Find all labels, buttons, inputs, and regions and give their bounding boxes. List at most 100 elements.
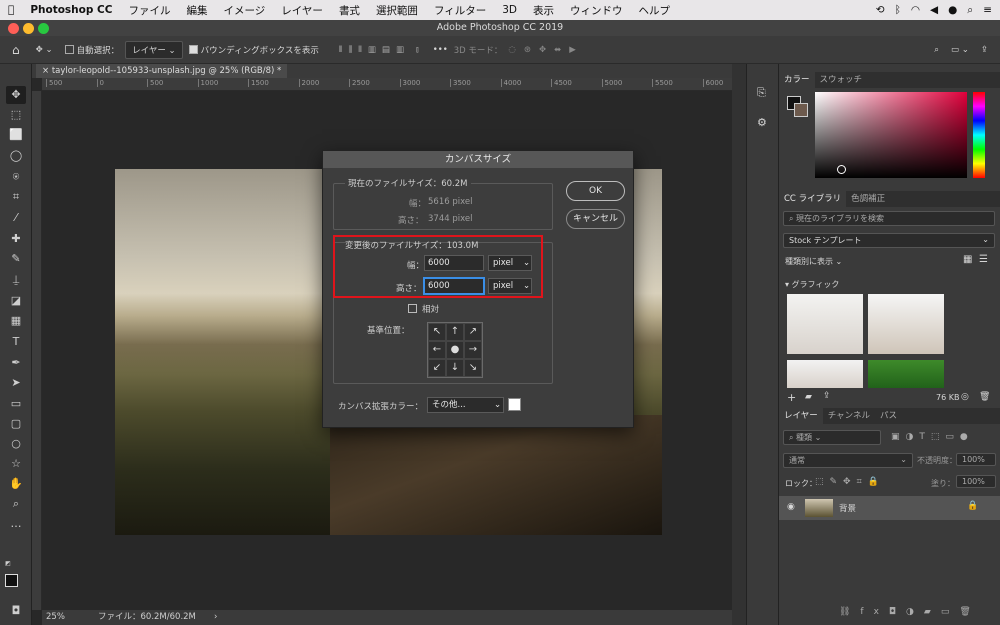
- close-window-button[interactable]: [8, 23, 19, 34]
- library-thumb-2[interactable]: [868, 294, 944, 354]
- hand-tool-icon[interactable]: ✋: [6, 475, 26, 493]
- add-asset-icon[interactable]: +: [787, 391, 796, 404]
- color-picker-handle[interactable]: [837, 165, 846, 174]
- opacity-input[interactable]: 100%: [956, 453, 996, 466]
- distribute-icon[interactable]: ⫾: [416, 45, 419, 55]
- view-by-type[interactable]: 種類別に表示 ⌄: [785, 256, 842, 267]
- properties-panel-icon[interactable]: ⚙: [757, 116, 767, 129]
- grid-view-icon[interactable]: ▦: [963, 254, 972, 265]
- tab-channels[interactable]: チャンネル: [823, 408, 875, 424]
- visibility-eye-icon[interactable]: ◉: [787, 502, 795, 512]
- horizontal-ruler[interactable]: 500 0 500 1000 1500 2000 2500 3000 3500 4000 4500 5…: [42, 78, 732, 91]
- library-thumb-3[interactable]: [787, 360, 863, 390]
- menu-select[interactable]: 選択範囲: [368, 3, 426, 18]
- share-icon[interactable]: ⇪: [981, 45, 988, 55]
- auto-select-dropdown[interactable]: レイヤー ⌄: [125, 40, 183, 59]
- menu-help[interactable]: ヘルプ: [631, 3, 679, 18]
- cloud-sync-icon[interactable]: ◎: [961, 392, 969, 402]
- menu-type[interactable]: 書式: [331, 3, 368, 18]
- bluetooth-icon[interactable]: ᛒ: [895, 4, 901, 16]
- clone-stamp-tool-icon[interactable]: ⍊: [6, 271, 26, 289]
- fill-input[interactable]: 100%: [956, 475, 996, 488]
- menu-view[interactable]: 表示: [525, 3, 562, 18]
- anchor-left-icon[interactable]: ←: [428, 341, 446, 359]
- list-view-icon[interactable]: ☰: [979, 254, 988, 265]
- eraser-tool-icon[interactable]: ◪: [6, 292, 26, 310]
- minimize-window-button[interactable]: [23, 23, 34, 34]
- blend-mode-select[interactable]: 通常 ⌄: [783, 453, 913, 468]
- apple-icon[interactable]: : [0, 4, 22, 16]
- anchor-grid[interactable]: ↖ ↑ ↗ ← ● → ↙ ↓ ↘: [427, 322, 483, 378]
- library-trash-icon[interactable]: 🗑: [979, 392, 990, 402]
- layer-kind-filter[interactable]: ⌕ 種類 ⌄: [783, 430, 881, 445]
- layer-filter-icons[interactable]: ▣◑T⬚▭●: [891, 432, 974, 442]
- graphics-section[interactable]: ▾ グラフィック: [785, 279, 839, 290]
- transform-controls-checkbox[interactable]: バウンディングボックスを表示: [188, 44, 319, 56]
- menu-image[interactable]: イメージ: [215, 3, 273, 18]
- cancel-button[interactable]: キャンセル: [566, 209, 625, 229]
- lasso-tool-icon[interactable]: ◯: [6, 147, 26, 165]
- tab-adjustments[interactable]: 色調補正: [846, 191, 890, 207]
- menu-window[interactable]: ウィンドウ: [562, 3, 631, 18]
- zoom-level[interactable]: 25%: [46, 610, 65, 625]
- rounded-rect-tool-icon[interactable]: ▢: [6, 415, 26, 433]
- hue-slider[interactable]: [973, 92, 985, 178]
- menu-app-name[interactable]: Photoshop CC: [22, 4, 120, 16]
- vertical-scrollbar[interactable]: [732, 64, 746, 625]
- align-icons[interactable]: ⫴⫼⫴▥▤▥: [339, 45, 410, 55]
- tab-layers[interactable]: レイヤー: [779, 408, 823, 424]
- pen-tool-icon[interactable]: ✒: [6, 354, 26, 372]
- gradient-tool-icon[interactable]: ▦: [6, 312, 26, 330]
- ok-button[interactable]: OK: [566, 181, 625, 201]
- anchor-top-right-icon[interactable]: ↗: [464, 323, 482, 341]
- quick-mask-icon[interactable]: ◘: [6, 602, 26, 620]
- spotlight-icon[interactable]: ⌕: [967, 4, 973, 17]
- library-thumb-1[interactable]: [787, 294, 863, 354]
- marquee-tool-icon[interactable]: ⬜: [6, 126, 26, 144]
- zoom-tool-icon[interactable]: ⌕: [6, 495, 26, 513]
- custom-shape-tool-icon[interactable]: ☆: [6, 455, 26, 473]
- tab-color[interactable]: カラー: [779, 72, 815, 88]
- menu-3d[interactable]: 3D: [494, 4, 525, 16]
- history-panel-icon[interactable]: ⎘: [757, 86, 766, 100]
- layer-footer-icons[interactable]: ⛓fx◘◑▰▭🗑: [839, 607, 981, 617]
- rectangle-tool-icon[interactable]: ▭: [6, 395, 26, 413]
- menu-edit[interactable]: 編集: [178, 3, 215, 18]
- ellipse-tool-icon[interactable]: ○: [6, 435, 26, 453]
- folder-icon[interactable]: ▰: [805, 392, 812, 402]
- auto-select-checkbox[interactable]: 自動選択：: [64, 44, 119, 56]
- document-tab[interactable]: × taylor-leopold--105933-unsplash.jpg @ …: [36, 64, 288, 78]
- menu-file[interactable]: ファイル: [120, 3, 178, 18]
- anchor-right-icon[interactable]: →: [464, 341, 482, 359]
- quick-select-tool-icon[interactable]: ⍟: [6, 168, 26, 186]
- crop-tool-icon[interactable]: ⌗: [6, 188, 26, 206]
- lock-icons[interactable]: ⬚✎✥⌗🔒: [815, 477, 885, 487]
- path-select-tool-icon[interactable]: ➤: [6, 374, 26, 392]
- artboard-tool-icon[interactable]: ⬚: [6, 106, 26, 124]
- anchor-bottom-icon[interactable]: ↓: [446, 359, 464, 377]
- extension-color-swatch[interactable]: [508, 398, 521, 411]
- search-icon[interactable]: ⌕: [934, 45, 939, 55]
- user-icon[interactable]: ●: [948, 4, 957, 16]
- foreground-color-swatch[interactable]: [5, 574, 18, 587]
- color-bg-swatch[interactable]: [794, 103, 808, 117]
- 3d-mode-icons[interactable]: ◌⊛✥⬌▶: [508, 45, 583, 55]
- type-tool-icon[interactable]: T: [6, 333, 26, 351]
- more-tools-icon[interactable]: …: [6, 515, 26, 533]
- anchor-top-left-icon[interactable]: ↖: [428, 323, 446, 341]
- library-select[interactable]: Stock テンプレート ⌄: [783, 233, 995, 248]
- anchor-top-icon[interactable]: ↑: [446, 323, 464, 341]
- relative-checkbox[interactable]: [408, 304, 417, 313]
- tab-paths[interactable]: パス: [875, 408, 902, 424]
- tab-swatches[interactable]: スウォッチ: [815, 72, 868, 88]
- volume-icon[interactable]: ◀: [930, 4, 938, 16]
- anchor-bottom-left-icon[interactable]: ↙: [428, 359, 446, 377]
- more-options-icon[interactable]: •••: [433, 45, 448, 55]
- vertical-ruler[interactable]: [32, 91, 42, 610]
- library-search-input[interactable]: ⌕ 現在のライブラリを検索: [783, 211, 995, 226]
- default-colors-icon[interactable]: ◩: [4, 560, 12, 568]
- layer-row-background[interactable]: ◉ 背景 🔒: [779, 496, 1000, 520]
- healing-tool-icon[interactable]: ✚: [6, 230, 26, 248]
- status-menu-arrow-icon[interactable]: ›: [214, 610, 217, 625]
- anchor-center-icon[interactable]: ●: [446, 341, 464, 359]
